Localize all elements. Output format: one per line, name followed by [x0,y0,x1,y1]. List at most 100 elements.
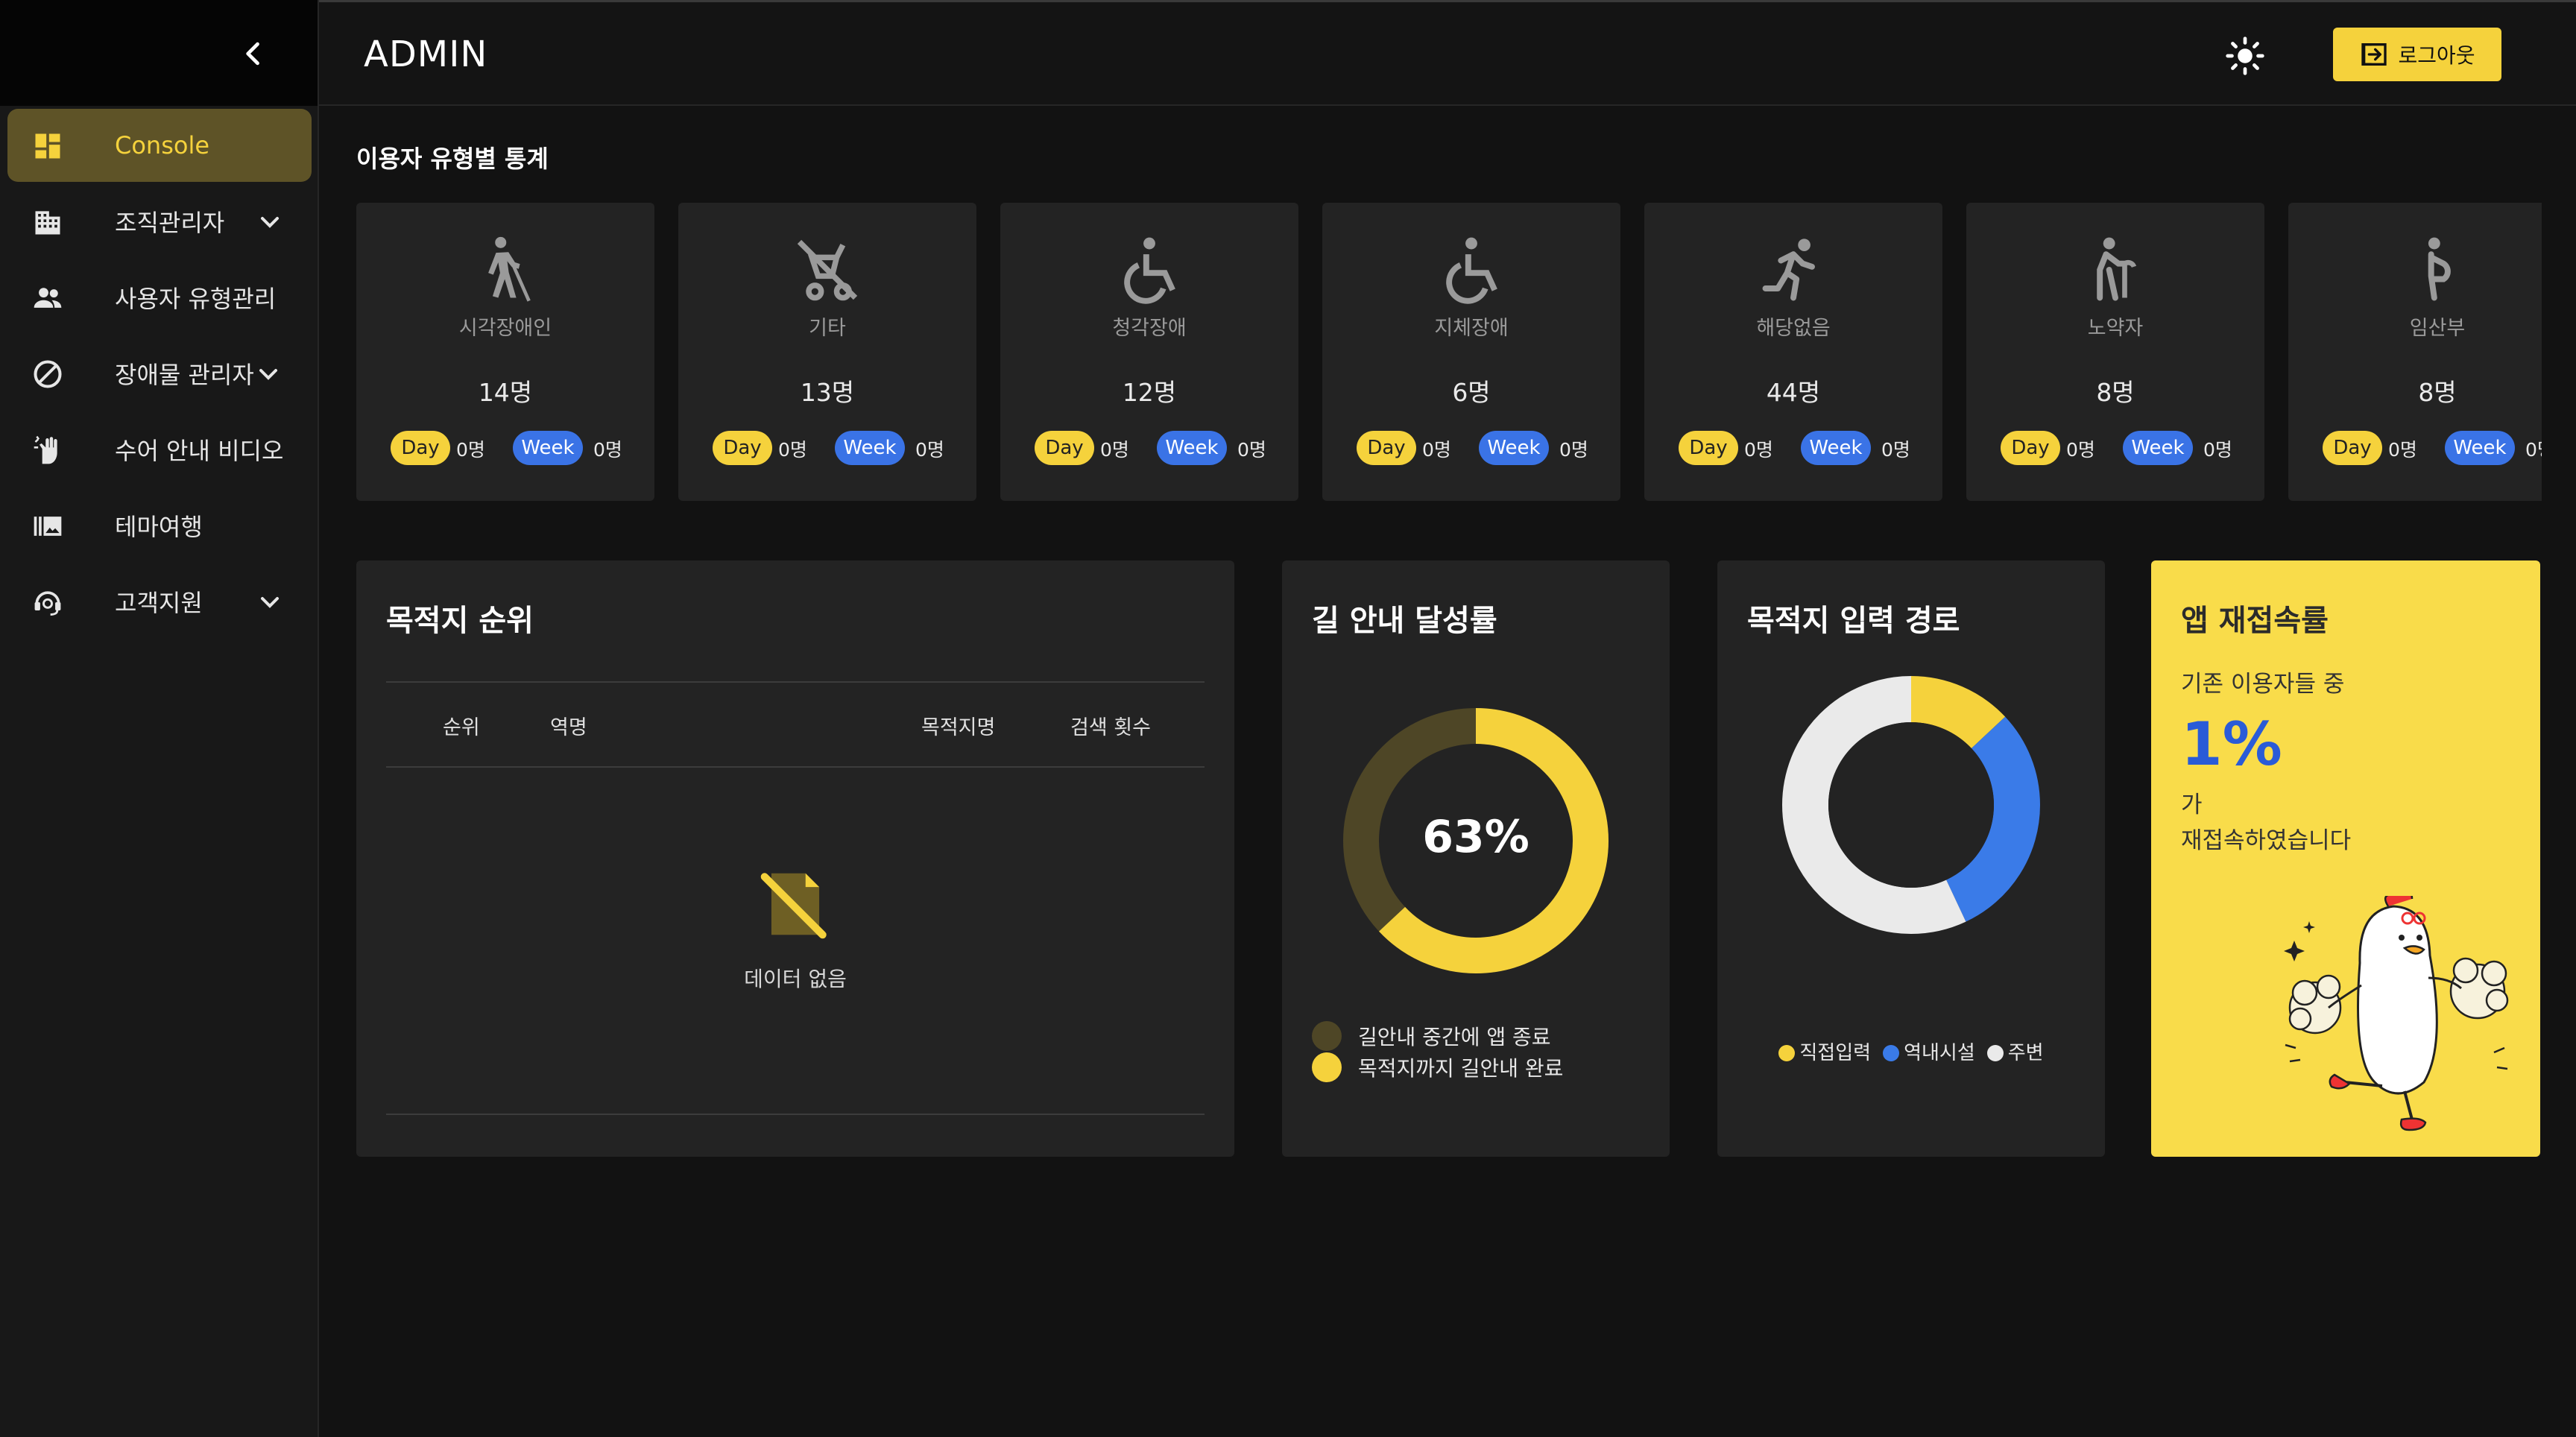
day-count: 0명 [1100,439,1129,461]
week-count: 0명 [2525,439,2542,461]
day-badge: Day [1357,431,1416,465]
user-type-count: 44명 [1766,378,1821,407]
legend-dot [1312,1021,1342,1051]
reconnect-subtitle: 기존 이용자들 중 [2181,671,2345,698]
sidebar-item-console[interactable]: Console [7,109,312,182]
reconnect-percent: 1% [2181,710,2282,779]
day-badge: Day [1679,431,1738,465]
user-type-name: 노약자 [2087,317,2144,340]
chevron-down-icon[interactable] [253,359,283,389]
stat-card: 지체장애 6명 Day 0명 Week 0명 [1322,203,1620,501]
blind-icon [488,236,531,302]
day-badge: Day [713,431,772,465]
day-badge: Day [391,431,450,465]
column-header-destination[interactable]: 목적지명 [921,711,995,740]
day-badge: Day [2001,431,2060,465]
reconnect-text-line1: 가 [2181,792,2203,818]
week-count: 0명 [593,439,622,461]
user-type-count: 6명 [1452,378,1491,407]
sidebar-item-sign-video[interactable]: 수어 안내 비디오 [7,413,312,486]
input-route-donut-chart [1782,676,2040,934]
chevron-down-icon[interactable] [255,207,285,237]
sidebar-item-theme-travel[interactable]: 테마여행 [7,489,312,562]
day-count: 0명 [1422,439,1451,461]
chicken-mascot-illustration [2284,896,2509,1131]
sidebar-header [0,0,318,106]
week-count: 0명 [1881,439,1910,461]
legend-label: 주변 [2007,1042,2044,1064]
panel-title: 앱 재접속률 [2181,604,2329,638]
sidebar-item-obstacles[interactable]: 장애물 관리자 [7,337,312,410]
organization-icon [35,211,60,235]
support-agent-icon [34,591,61,616]
user-type-name: 시각장애인 [458,317,552,340]
column-header-station[interactable]: 역명 [550,711,587,740]
column-header-search-count[interactable]: 검색 횟수 [1070,711,1151,740]
stroller-off-icon [797,239,858,301]
chart-legend: 직접입력 역내시설 주변 [1717,1038,2105,1065]
panel-title: 목적지 입력 경로 [1747,604,1960,638]
sidebar-item-label: 수어 안내 비디오 [115,437,284,465]
panel-title: 길 안내 달성률 [1312,604,1497,638]
elderly-icon [2097,237,2137,301]
chevron-down-icon[interactable] [255,587,285,617]
week-count: 0명 [2203,439,2232,461]
stat-card: 시각장애인 14명 Day 0명 Week 0명 [356,203,654,501]
legend-dot [1883,1045,1900,1061]
column-header-rank[interactable]: 순위 [443,711,480,740]
stat-card: 기타 13명 Day 0명 Week 0명 [678,203,976,501]
day-count: 0명 [456,439,485,461]
sidebar-item-label: 테마여행 [115,513,203,541]
legend-label: 목적지까지 길안내 완료 [1358,1056,1564,1081]
week-badge: Week [1801,431,1871,465]
accessible-icon [1446,237,1497,304]
user-stats-row: 시각장애인 14명 Day 0명 Week 0명 기타 13명 Day 0명 W… [356,0,2542,522]
sidebar-item-label: Console [115,131,210,160]
donut-hole [1828,722,1994,888]
block-icon [34,360,62,388]
week-count: 0명 [1559,439,1588,461]
day-count: 0명 [778,439,807,461]
running-icon [1762,239,1815,301]
user-type-count: 12명 [1122,378,1177,407]
panel-title: 목적지 순위 [386,604,534,638]
legend-item: 역내시설 [1883,1038,1975,1065]
no-data-icon [760,873,827,939]
stat-card: 노약자 8명 Day 0명 Week 0명 [1966,203,2264,501]
week-count: 0명 [915,439,944,461]
sidebar-item-user-types[interactable]: 사용자 유형관리 [7,261,312,334]
legend-label: 역내시설 [1904,1042,1975,1064]
sidebar: Console 조직관리자 사용자 유형관리 장애물 관리자 수어 안내 비디오 [0,0,319,1437]
legend-dot [1312,1052,1342,1082]
user-type-name: 청각장애 [1112,317,1187,340]
stat-card: 임산부 8명 Day 0명 Week 0명 [2288,203,2542,501]
table-divider [386,766,1205,768]
stat-card: 청각장애 12명 Day 0명 Week 0명 [1000,203,1298,501]
chevron-left-icon[interactable] [237,37,270,70]
reconnect-text-line2: 재접속하였습니다 [2181,827,2352,854]
user-type-count: 8명 [2096,378,2135,407]
week-badge: Week [1479,431,1549,465]
user-type-name: 해당없음 [1756,317,1831,340]
day-badge: Day [1035,431,1094,465]
user-type-count: 8명 [2418,378,2457,407]
day-badge: Day [2323,431,2382,465]
sidebar-item-label: 조직관리자 [115,209,225,237]
pregnant-icon [2428,237,2451,301]
sidebar-item-label: 고객지원 [115,589,203,617]
achievement-percent: 63% [1422,811,1530,863]
legend-item: 주변 [1986,1038,2044,1065]
day-count: 0명 [2066,439,2095,461]
sidebar-item-label: 장애물 관리자 [115,361,254,389]
accessible-icon [1124,237,1175,304]
table-divider [386,1114,1205,1115]
sidebar-item-organization[interactable]: 조직관리자 [7,185,312,258]
legend-item: 길안내 중간에 앱 종료 [1312,1021,1551,1051]
week-badge: Week [835,431,905,465]
photo-library-icon [34,517,62,536]
week-badge: Week [2123,431,2193,465]
sign-language-icon [34,435,57,464]
reconnect-rate-panel: 앱 재접속률 기존 이용자들 중 1% 가 재접속하였습니다 [2151,560,2540,1157]
sidebar-item-customer-support[interactable]: 고객지원 [7,565,312,638]
day-count: 0명 [2388,439,2417,461]
